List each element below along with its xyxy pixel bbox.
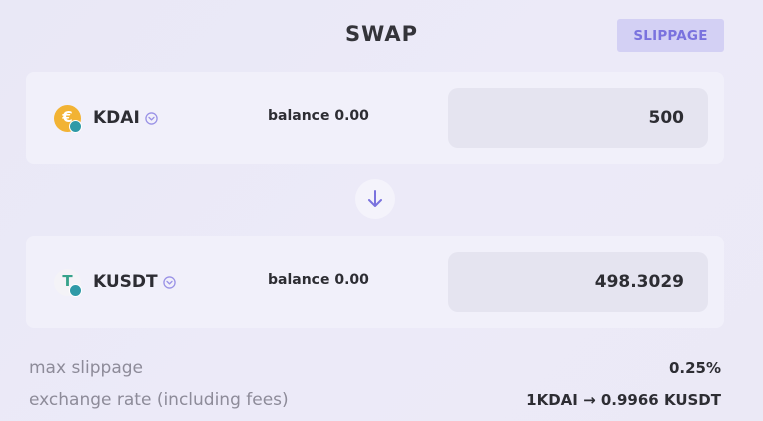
kdai-token-icon: € — [54, 104, 82, 133]
from-balance: balance 0.00 — [268, 108, 369, 124]
chain-badge-icon — [69, 283, 82, 297]
kusdt-token-icon: T — [54, 268, 82, 297]
to-token-selector[interactable]: T KUSDT — [54, 268, 176, 297]
to-amount-input[interactable] — [448, 252, 708, 312]
max-slippage-row: max slippage 0.25% — [29, 356, 721, 380]
to-balance: balance 0.00 — [268, 272, 369, 288]
from-amount-input[interactable] — [448, 88, 708, 148]
from-token-name: KDAI — [93, 108, 140, 128]
chevron-down-icon — [145, 111, 158, 125]
exchange-rate-row: exchange rate (including fees) 1KDAI → 0… — [29, 388, 721, 412]
to-token-card: T KUSDT balance 0.00 — [26, 236, 724, 328]
arrow-down-icon — [368, 190, 382, 207]
chain-badge-icon — [69, 119, 82, 133]
header: SWAP SLIPPAGE — [0, 18, 763, 54]
slippage-button[interactable]: SLIPPAGE — [617, 19, 724, 52]
max-slippage-value: 0.25% — [668, 359, 721, 377]
switch-direction-button[interactable] — [355, 179, 395, 219]
to-token-name: KUSDT — [93, 272, 158, 292]
exchange-rate-label: exchange rate (including fees) — [29, 390, 289, 410]
exchange-rate-value: 1KDAI → 0.9966 KUSDT — [526, 391, 721, 409]
chevron-down-icon — [162, 275, 176, 289]
max-slippage-label: max slippage — [29, 358, 143, 378]
from-token-selector[interactable]: € KDAI — [54, 104, 158, 133]
from-token-card: € KDAI balance 0.00 — [26, 72, 724, 164]
